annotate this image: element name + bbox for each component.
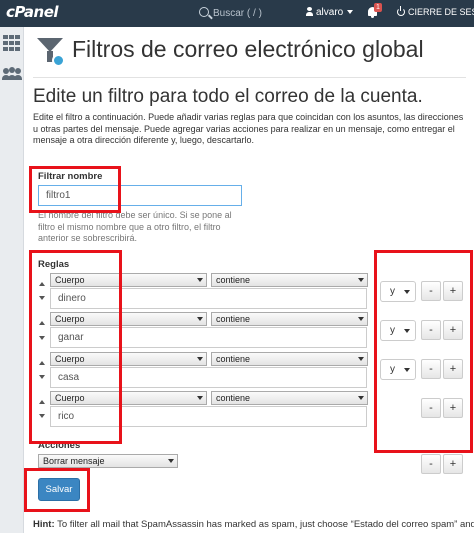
divider [33,77,466,78]
search-box[interactable] [189,3,295,24]
page-subtitle: Edite un filtro para todo el correo de l… [33,86,423,107]
user-name: alvaro [316,7,344,18]
notification-badge: 1 [374,3,382,12]
email-filter-icon [33,35,67,69]
remove-action-button[interactable]: - [421,454,441,474]
cpanel-logo[interactable]: cPanel [6,3,59,21]
power-icon [397,6,405,16]
page-title: Filtros de correo electrónico global [72,36,424,62]
add-action-button[interactable]: + [443,454,463,474]
logout-link[interactable]: CIERRE DE SESIÓN [397,6,474,17]
hint-text: Hint: To filter all mail that SpamAssass… [33,519,474,530]
user-menu[interactable]: alvaro [306,7,354,18]
action-select[interactable]: Borrar mensaje [38,454,178,468]
grid-icon[interactable] [3,35,21,51]
rule-operator-select[interactable]: contiene [211,312,368,326]
rule-operator-select[interactable]: contiene [211,352,368,366]
sidebar [0,27,24,533]
rule-operator-select[interactable]: contiene [211,391,368,405]
highlight-box [24,468,90,512]
rule-operator-select[interactable]: contiene [211,273,368,287]
logout-label: CIERRE DE SESIÓN [408,7,474,17]
chevron-down-icon [347,10,354,14]
search-icon [199,7,209,17]
filter-name-help: El nombre del filtro debe ser único. Si … [38,210,232,243]
user-icon [306,7,313,16]
highlight-box [374,250,473,453]
top-bar: cPanel alvaro 1 CIERRE DE SESIÓN [0,0,474,27]
users-icon[interactable] [2,67,22,81]
highlight-box [29,250,122,444]
page-description: Edite el filtro a continuación. Puede añ… [33,112,464,145]
search-input[interactable] [213,4,295,22]
highlight-box [29,166,121,213]
